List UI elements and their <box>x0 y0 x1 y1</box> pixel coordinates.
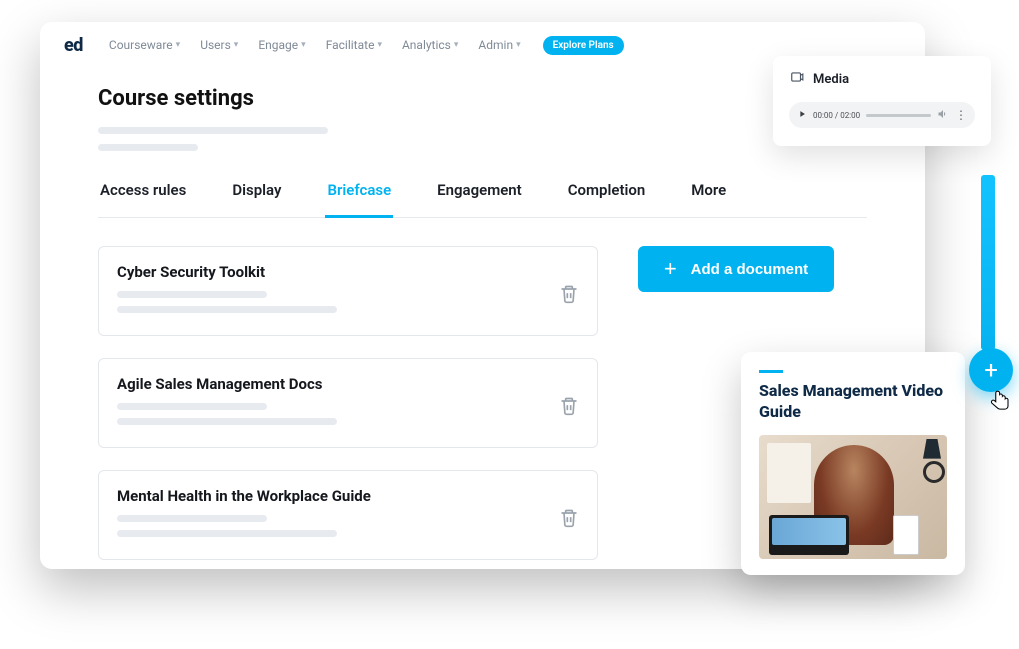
add-document-button[interactable]: + Add a document <box>638 246 834 292</box>
media-label: Media <box>813 72 849 87</box>
tab-more[interactable]: More <box>689 181 728 217</box>
skeleton-line <box>98 127 328 134</box>
tab-completion[interactable]: Completion <box>566 181 648 217</box>
logo: ed <box>64 35 83 56</box>
chevron-down-icon: ▾ <box>454 40 459 50</box>
nav-courseware[interactable]: Courseware ▾ <box>103 34 186 56</box>
volume-icon[interactable] <box>937 108 949 122</box>
document-title: Cyber Security Toolkit <box>117 263 337 281</box>
skeleton-line <box>117 403 267 410</box>
trash-icon[interactable] <box>559 283 579 309</box>
add-document-label: Add a document <box>691 261 809 278</box>
media-header: Media <box>789 70 975 88</box>
chevron-down-icon: ▾ <box>516 40 521 50</box>
skeleton-line <box>117 418 337 425</box>
document-title: Agile Sales Management Docs <box>117 375 337 393</box>
tab-engagement[interactable]: Engagement <box>435 181 524 217</box>
accent-bar <box>759 370 783 373</box>
nav-analytics[interactable]: Analytics ▾ <box>396 34 464 56</box>
document-card[interactable]: Mental Health in the Workplace Guide <box>98 470 598 560</box>
media-icon <box>789 70 805 88</box>
more-icon[interactable]: ⋮ <box>955 109 967 121</box>
document-list: Cyber Security Toolkit Agile Sales Manag… <box>98 246 598 560</box>
tab-access-rules[interactable]: Access rules <box>98 181 188 217</box>
nav-admin[interactable]: Admin ▾ <box>472 34 526 56</box>
chevron-down-icon: ▾ <box>176 40 181 50</box>
trash-icon[interactable] <box>559 507 579 533</box>
nav-label: Analytics <box>402 38 451 52</box>
explore-plans-button[interactable]: Explore Plans <box>543 36 624 55</box>
media-popover: Media 00:00 / 02:00 ⋮ <box>773 56 991 146</box>
plus-icon: + <box>664 256 677 282</box>
trash-icon[interactable] <box>559 395 579 421</box>
nav-users[interactable]: Users ▾ <box>194 34 244 56</box>
settings-tabs: Access rules Display Briefcase Engagemen… <box>98 181 867 218</box>
document-card[interactable]: Cyber Security Toolkit <box>98 246 598 336</box>
pointer-cursor-icon <box>987 386 1015 414</box>
tab-briefcase[interactable]: Briefcase <box>325 181 393 218</box>
skeleton-line <box>117 306 337 313</box>
nav-label: Users <box>200 38 231 52</box>
nav-label: Engage <box>258 38 298 52</box>
nav-facilitate[interactable]: Facilitate ▾ <box>320 34 388 56</box>
sales-guide-card[interactable]: Sales Management Video Guide <box>741 352 965 575</box>
tab-display[interactable]: Display <box>230 181 283 217</box>
sales-guide-thumbnail <box>759 435 947 559</box>
skeleton-line <box>117 515 267 522</box>
chevron-down-icon: ▾ <box>301 40 306 50</box>
document-card[interactable]: Agile Sales Management Docs <box>98 358 598 448</box>
nav-label: Admin <box>478 38 513 52</box>
nav-label: Facilitate <box>326 38 375 52</box>
page-title: Course settings <box>98 86 867 111</box>
chevron-down-icon: ▾ <box>377 40 382 50</box>
sales-guide-title: Sales Management Video Guide <box>759 381 947 423</box>
decorative-strip <box>981 175 995 350</box>
skeleton-line <box>98 144 198 151</box>
chevron-down-icon: ▾ <box>234 40 239 50</box>
audio-player[interactable]: 00:00 / 02:00 ⋮ <box>789 102 975 128</box>
audio-track[interactable] <box>866 114 931 117</box>
skeleton-line <box>117 530 337 537</box>
audio-time: 00:00 / 02:00 <box>813 111 860 120</box>
play-icon[interactable] <box>797 109 807 121</box>
document-title: Mental Health in the Workplace Guide <box>117 487 371 505</box>
skeleton-line <box>117 291 267 298</box>
plus-icon: + <box>984 356 998 384</box>
nav-engage[interactable]: Engage ▾ <box>252 34 311 56</box>
nav-label: Courseware <box>109 38 173 52</box>
